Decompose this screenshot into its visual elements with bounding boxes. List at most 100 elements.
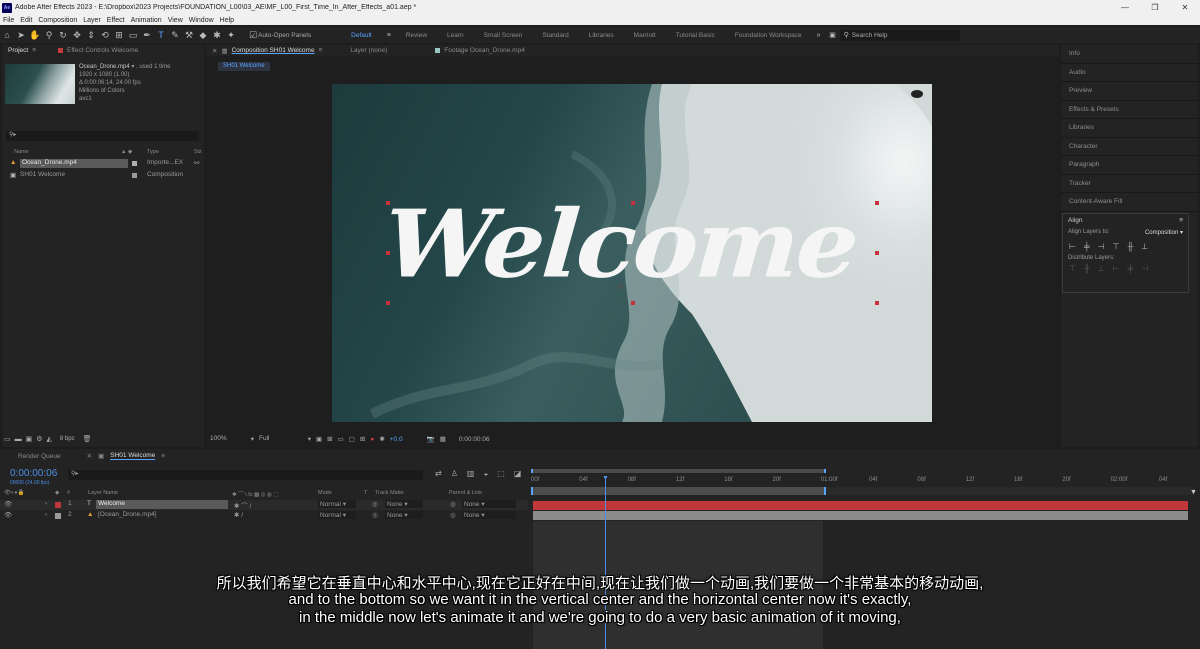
track-matte-icon[interactable]: ◎ <box>372 511 378 519</box>
tab-render-queue[interactable]: Render Queue <box>18 453 61 460</box>
track-matte-column[interactable]: Track Matte <box>375 490 404 496</box>
tab-composition[interactable]: Composition SH01 Welcome <box>232 47 315 54</box>
distribute-bottom-icon[interactable]: ⊥ <box>1098 264 1105 273</box>
eye-icon[interactable]: 👁 <box>4 500 12 508</box>
align-right-icon[interactable]: ⊣ <box>1098 242 1105 251</box>
clone-stamp-tool-icon[interactable]: ⚒ <box>182 28 196 42</box>
timeline-search-input[interactable]: ⚲▸ <box>68 470 423 480</box>
project-item-row[interactable]: ▲ Ocean_Drone.mp4 Importe...EX ⚯ <box>6 159 200 169</box>
workspace-tutorial-basic[interactable]: Tutorial Basic <box>666 32 725 39</box>
comp-flowchart-icon[interactable]: ⇄ <box>435 469 442 478</box>
resolution-dropdown[interactable]: Full ▾ <box>259 435 311 443</box>
layer-name-column[interactable]: Layer Name <box>88 490 118 496</box>
shy-layers-icon[interactable]: ♙ <box>451 469 458 478</box>
tab-effect-controls[interactable]: Effect Controls Welcome <box>67 47 138 54</box>
expand-icon[interactable]: › <box>45 511 47 518</box>
pen-tool-icon[interactable]: ✒ <box>140 28 154 42</box>
close-icon[interactable]: ✕ <box>87 452 92 460</box>
layer-bar-welcome[interactable] <box>533 501 1188 510</box>
orbit-tool-icon[interactable]: ↻ <box>56 28 70 42</box>
bounding-handle[interactable] <box>386 251 390 255</box>
menu-edit[interactable]: Edit <box>20 17 32 24</box>
align-target-dropdown[interactable]: Composition ▾ <box>1145 229 1183 236</box>
panel-menu-icon[interactable]: ≡ <box>32 47 36 54</box>
workspace-foundation[interactable]: Foundation Workspace <box>725 32 812 39</box>
camera-snapshot-icon[interactable]: 📷 <box>427 435 435 443</box>
collapse-switch-icon[interactable]: ✱ / <box>234 511 243 519</box>
label-column-icon[interactable]: ◆ <box>128 149 132 155</box>
track-matte-icon[interactable]: ◎ <box>372 500 378 508</box>
zoom-dropdown[interactable]: 100% ▾ <box>210 435 254 443</box>
panel-effects-presets[interactable]: Effects & Presets <box>1061 101 1198 119</box>
column-size[interactable]: Siz <box>194 149 202 155</box>
current-timecode[interactable]: 0:00:00:06 <box>10 468 57 479</box>
expand-icon[interactable]: › <box>45 500 47 507</box>
layer-mode-dropdown[interactable]: Normal ▾ <box>318 500 356 508</box>
bounding-handle[interactable] <box>875 301 879 305</box>
panel-paragraph[interactable]: Paragraph <box>1061 156 1198 175</box>
tab-project[interactable]: Project <box>8 47 28 54</box>
maximize-button[interactable]: ❐ <box>1140 3 1170 12</box>
new-composition-icon[interactable]: ▣ <box>26 435 33 443</box>
hand-tool-icon[interactable]: ✋ <box>28 28 42 42</box>
bounding-handle[interactable] <box>875 251 879 255</box>
tab-timeline-comp[interactable]: SH01 Welcome <box>110 452 156 460</box>
track-matte-dropdown[interactable]: None ▾ <box>385 500 423 508</box>
bounding-handle[interactable] <box>875 201 879 205</box>
eraser-tool-icon[interactable]: ◆ <box>196 28 210 42</box>
layer-row[interactable]: 👁 › 2 ▲ [Ocean_Drone.mp4] ✱ / Normal ▾ ◎… <box>0 511 528 521</box>
trash-icon[interactable]: 🗑 <box>83 435 92 443</box>
selection-tool-icon[interactable]: ➤ <box>14 28 28 42</box>
panel-preview[interactable]: Preview <box>1061 82 1198 101</box>
work-area-bar[interactable] <box>531 487 826 495</box>
exposure-value[interactable]: +0.0 <box>390 436 403 443</box>
align-top-icon[interactable]: ⊤ <box>1113 242 1120 251</box>
workspace-learn[interactable]: Learn <box>437 32 474 39</box>
menu-effect[interactable]: Effect <box>107 17 125 24</box>
menu-layer[interactable]: Layer <box>83 17 101 24</box>
track-matte-dropdown[interactable]: None ▾ <box>385 511 423 519</box>
frame-blending-icon[interactable]: ▥ <box>467 469 475 478</box>
bpc-button[interactable]: 8 bpc <box>56 436 79 442</box>
region-of-interest-icon[interactable]: ▢ <box>349 435 355 443</box>
workspace-menu-icon[interactable]: ≡ <box>382 28 396 42</box>
distribute-right-icon[interactable]: ⊣ <box>1141 264 1148 273</box>
end-marker-icon[interactable]: ▼ <box>1190 489 1197 496</box>
pick-whip-icon[interactable]: ◎ <box>450 500 456 508</box>
layer-name[interactable]: Welcome <box>96 500 228 509</box>
pick-whip-icon[interactable]: ◎ <box>450 511 456 519</box>
workspace-default[interactable]: Default <box>341 32 382 39</box>
align-vertical-center-icon[interactable]: ╫ <box>1128 242 1134 251</box>
panel-character[interactable]: Character <box>1061 138 1198 156</box>
composition-viewer-frame[interactable]: Welcome ⊕ <box>332 84 932 422</box>
project-search-input[interactable]: ⚲▸ <box>6 131 199 141</box>
motion-blur-icon[interactable]: ◒ <box>483 469 488 478</box>
rectangle-tool-icon[interactable]: ▭ <box>126 28 140 42</box>
column-type[interactable]: Type <box>147 149 159 155</box>
project-item-row[interactable]: ▣ SH01 Welcome Composition <box>6 171 200 181</box>
flowchart-icon[interactable]: ◭ <box>47 435 52 443</box>
tab-layer[interactable]: Layer (none) <box>350 47 387 54</box>
home-icon[interactable]: ⌂ <box>0 28 14 42</box>
type-tool-icon[interactable]: T <box>154 28 168 42</box>
align-horizontal-center-icon[interactable]: ╪ <box>1084 242 1090 251</box>
dolly-tool-icon[interactable]: ⇕ <box>84 28 98 42</box>
puppet-pin-tool-icon[interactable]: ✦ <box>224 28 238 42</box>
workspace-small-screen[interactable]: Small Screen <box>474 32 533 39</box>
layer-name[interactable]: [Ocean_Drone.mp4] <box>98 511 157 518</box>
auto-open-panels-checkbox[interactable]: ☑ <box>248 28 258 42</box>
parent-link-column[interactable]: Parent & Link <box>449 490 482 496</box>
panel-info[interactable]: Info <box>1061 45 1198 64</box>
parent-dropdown[interactable]: None ▾ <box>462 500 516 508</box>
viewer-timecode[interactable]: 0:00:00:06 <box>451 436 490 443</box>
graph-editor-icon[interactable]: ⬚ <box>497 469 505 478</box>
interpret-footage-icon[interactable]: ▭ <box>4 435 11 443</box>
mode-column[interactable]: Mode <box>318 490 332 496</box>
distribute-top-icon[interactable]: ⊤ <box>1069 264 1076 273</box>
minimize-button[interactable]: — <box>1110 3 1140 12</box>
panel-libraries[interactable]: Libraries <box>1061 119 1198 138</box>
new-folder-icon[interactable]: ▬ <box>15 436 22 443</box>
anchor-tool-icon[interactable]: ⊞ <box>112 28 126 42</box>
menu-help[interactable]: Help <box>220 17 234 24</box>
align-left-icon[interactable]: ⊢ <box>1069 242 1076 251</box>
